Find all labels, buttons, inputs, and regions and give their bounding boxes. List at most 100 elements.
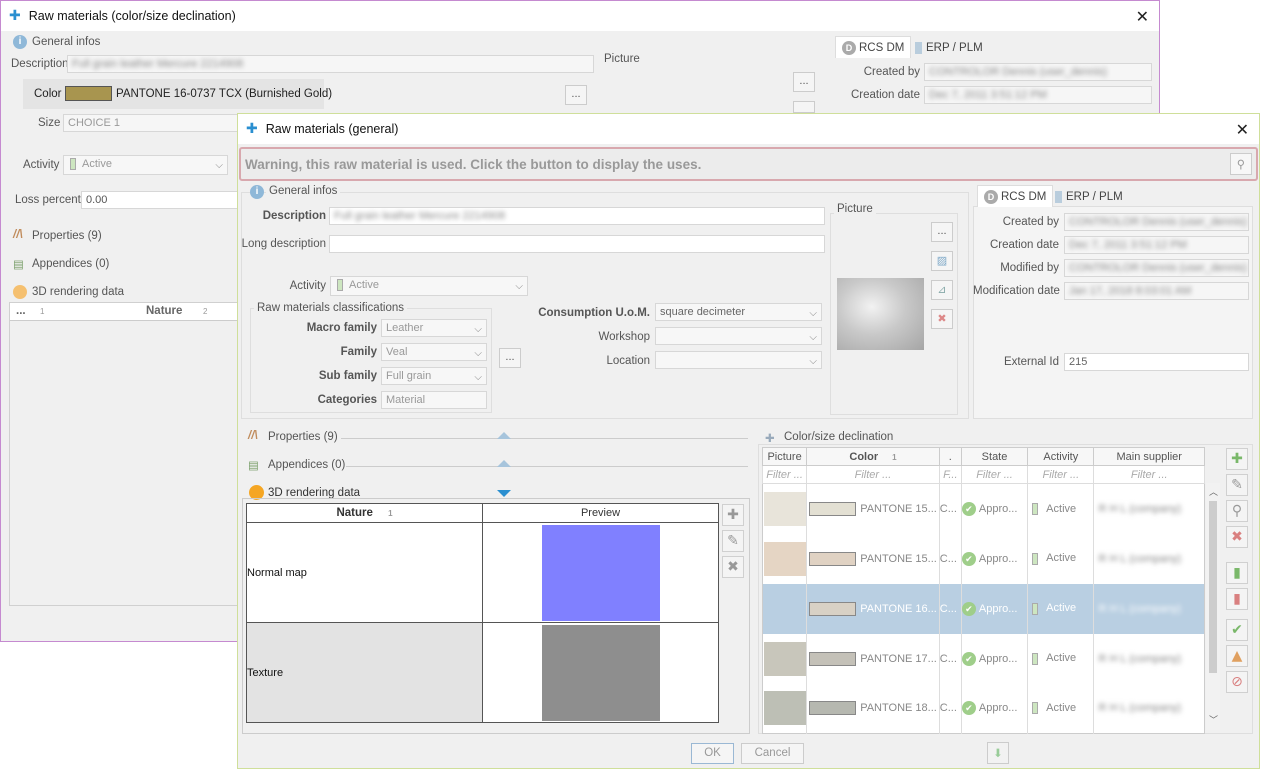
warning-banner: Warning, this raw material is used. Clic… (239, 147, 1258, 181)
front-close-icon[interactable]: ✕ (1236, 120, 1249, 139)
render-preview-image (541, 524, 660, 621)
decl-filter-cell[interactable]: Filter ... (761, 465, 808, 484)
activity-icon (1032, 502, 1039, 515)
front-description-field[interactable]: Full grain leather Mercure 2214908 (329, 207, 825, 225)
back-loss-field[interactable]: 0.00 (81, 191, 241, 209)
front-appendices[interactable]: Appendices (0) (268, 459, 345, 471)
decl-col-header[interactable]: Main supplier (1093, 447, 1205, 466)
decl-col-header[interactable]: Picture (761, 447, 808, 466)
scan-icon[interactable]: ⊿ (931, 280, 953, 300)
decl-col-header[interactable]: Activity (1027, 447, 1095, 466)
back-col-nature[interactable]: Nature (146, 305, 182, 317)
categories-field[interactable]: Material (381, 391, 487, 409)
decl-col-header[interactable]: State (960, 447, 1029, 466)
back-size-field: CHOICE 1 (63, 114, 243, 132)
add-declination-button[interactable]: ✚ (1226, 448, 1248, 470)
front-tab-erp-plm[interactable]: ERP / PLM (1049, 187, 1129, 209)
decl-filter-cell[interactable]: F... (938, 465, 962, 484)
col-preview[interactable]: Preview (482, 503, 719, 523)
front-long-description-field[interactable] (329, 235, 825, 253)
back-tab-rcs-dm[interactable]: D RCS DM (835, 36, 912, 58)
expand-appendices-icon[interactable] (497, 460, 511, 467)
back-appendices[interactable]: Appendices (0) (32, 258, 109, 270)
back-picture-more-button[interactable]: ... (793, 72, 815, 92)
download-button[interactable]: ⬇ (987, 742, 1009, 764)
decl-row[interactable]: PANTONE 17... C... ✔ Appro... Active R H … (762, 633, 1205, 684)
decl-picture-thumb (763, 691, 806, 726)
macro-family-select[interactable]: Leather ⌵ (381, 319, 487, 337)
edit-declination-button[interactable]: ✎ (1226, 474, 1248, 496)
front-activity-select[interactable]: Active ⌵ (330, 276, 528, 296)
delete-declination-button[interactable]: ✖ (1226, 526, 1248, 548)
back-tab-erp-plm[interactable]: ERP / PLM (909, 38, 989, 60)
show-uses-button[interactable]: ⚲ (1230, 153, 1252, 175)
family-select[interactable]: Veal ⌵ (381, 343, 487, 361)
decl-filter-cell[interactable]: Filter ... (1027, 465, 1095, 484)
image-icon[interactable]: ▨ (931, 251, 953, 271)
render-row[interactable]: Normal map (246, 522, 719, 623)
decl-filter-cell[interactable]: Filter ... (960, 465, 1029, 484)
activity-icon (1032, 552, 1039, 565)
front-tab-rcs-dm[interactable]: D RCS DM (977, 185, 1054, 207)
classification-more-button[interactable]: ... (499, 348, 521, 368)
front-window-title: Raw materials (general) (265, 122, 399, 136)
back-close-icon[interactable]: ✕ (1136, 7, 1149, 26)
cancel-button[interactable]: Cancel (741, 743, 804, 764)
decl-row[interactable]: PANTONE 16... C... ✔ Appro... Active R H … (762, 583, 1205, 634)
scroll-thumb[interactable] (1209, 501, 1217, 673)
back-properties[interactable]: Properties (9) (32, 230, 102, 242)
decl-col-header[interactable]: . (938, 447, 962, 466)
external-id-field[interactable]: 215 (1064, 353, 1249, 371)
front-properties[interactable]: Properties (9) (268, 431, 338, 443)
decl-state: ✔ Appro... (961, 633, 1029, 684)
workshop-select[interactable]: ⌵ (655, 327, 822, 345)
back-activity-select[interactable]: Active ⌵ (63, 155, 228, 175)
back-rendering[interactable]: 3D rendering data (32, 286, 124, 298)
render-preview (482, 522, 719, 623)
leather-picture (837, 278, 924, 350)
picture-more-button[interactable]: ... (931, 222, 953, 242)
approve-button[interactable]: ✔ (1226, 619, 1248, 641)
decl-filter-cell[interactable]: Filter ... (1093, 465, 1205, 484)
expand-properties-icon[interactable] (497, 432, 511, 439)
decl-row[interactable]: PANTONE 15... C... ✔ Appro... Active R H … (762, 483, 1205, 534)
pending-button[interactable]: ▲ (1226, 645, 1248, 667)
delete-picture-icon[interactable]: ✖ (931, 309, 953, 329)
delete-render-button[interactable]: ✖ (722, 556, 744, 578)
location-select[interactable]: ⌵ (655, 351, 822, 369)
picture-label: Picture (834, 203, 876, 215)
back-description-label: Description (11, 58, 69, 70)
decl-row[interactable]: PANTONE 18... C... ✔ Appro... Active R H … (762, 683, 1205, 734)
activate-button[interactable]: ▮ (1226, 562, 1248, 584)
sub-family-select[interactable]: Full grain ⌵ (381, 367, 487, 385)
check-circle-icon: ✔ (961, 601, 976, 616)
decl-filter-cell[interactable]: Filter ... (806, 465, 940, 484)
decl-c: C... (939, 633, 962, 684)
ok-button[interactable]: OK (691, 743, 734, 764)
front-created-by-field: CONTROLOR Dennis (user_dennis) (1064, 213, 1249, 231)
render-row[interactable]: Texture (246, 622, 719, 723)
col-nature[interactable]: Nature 1 (246, 503, 483, 523)
deactivate-button[interactable]: ▮ (1226, 588, 1248, 610)
consumption-select[interactable]: square decimeter ⌵ (655, 303, 822, 321)
back-color-more-button[interactable]: ... (565, 85, 587, 105)
collapse-rendering-icon[interactable] (497, 490, 511, 497)
front-created-by-label: Created by (1002, 216, 1059, 228)
scroll-down-icon[interactable]: ﹀ (1209, 713, 1218, 726)
scroll-up-icon[interactable]: ︿ (1209, 485, 1218, 498)
decl-row[interactable]: PANTONE 15... C... ✔ Appro... Active R H … (762, 533, 1205, 584)
front-modified-by-field: CONTROLOR Dennis (user_dennis) (1064, 259, 1249, 277)
back-size-label: Size (38, 117, 61, 129)
back-picture-image-button[interactable] (793, 101, 815, 113)
back-col-dots[interactable]: ... (16, 305, 26, 317)
check-circle-icon: ✔ (961, 701, 976, 716)
edit-render-button[interactable]: ✎ (722, 530, 744, 552)
search-declination-button[interactable]: ⚲ (1226, 500, 1248, 522)
declination-scrollbar[interactable]: ︿ ﹀ (1206, 483, 1220, 730)
reject-button[interactable]: ⊘ (1226, 671, 1248, 693)
decl-color: PANTONE 15... (806, 483, 940, 534)
add-render-button[interactable]: ✚ (722, 504, 744, 526)
back-description-field[interactable]: Full grain leather Mercure 2214908 (67, 55, 594, 73)
decl-col-header[interactable]: Color 1 (806, 447, 940, 466)
back-picture-label: Picture (604, 53, 640, 65)
